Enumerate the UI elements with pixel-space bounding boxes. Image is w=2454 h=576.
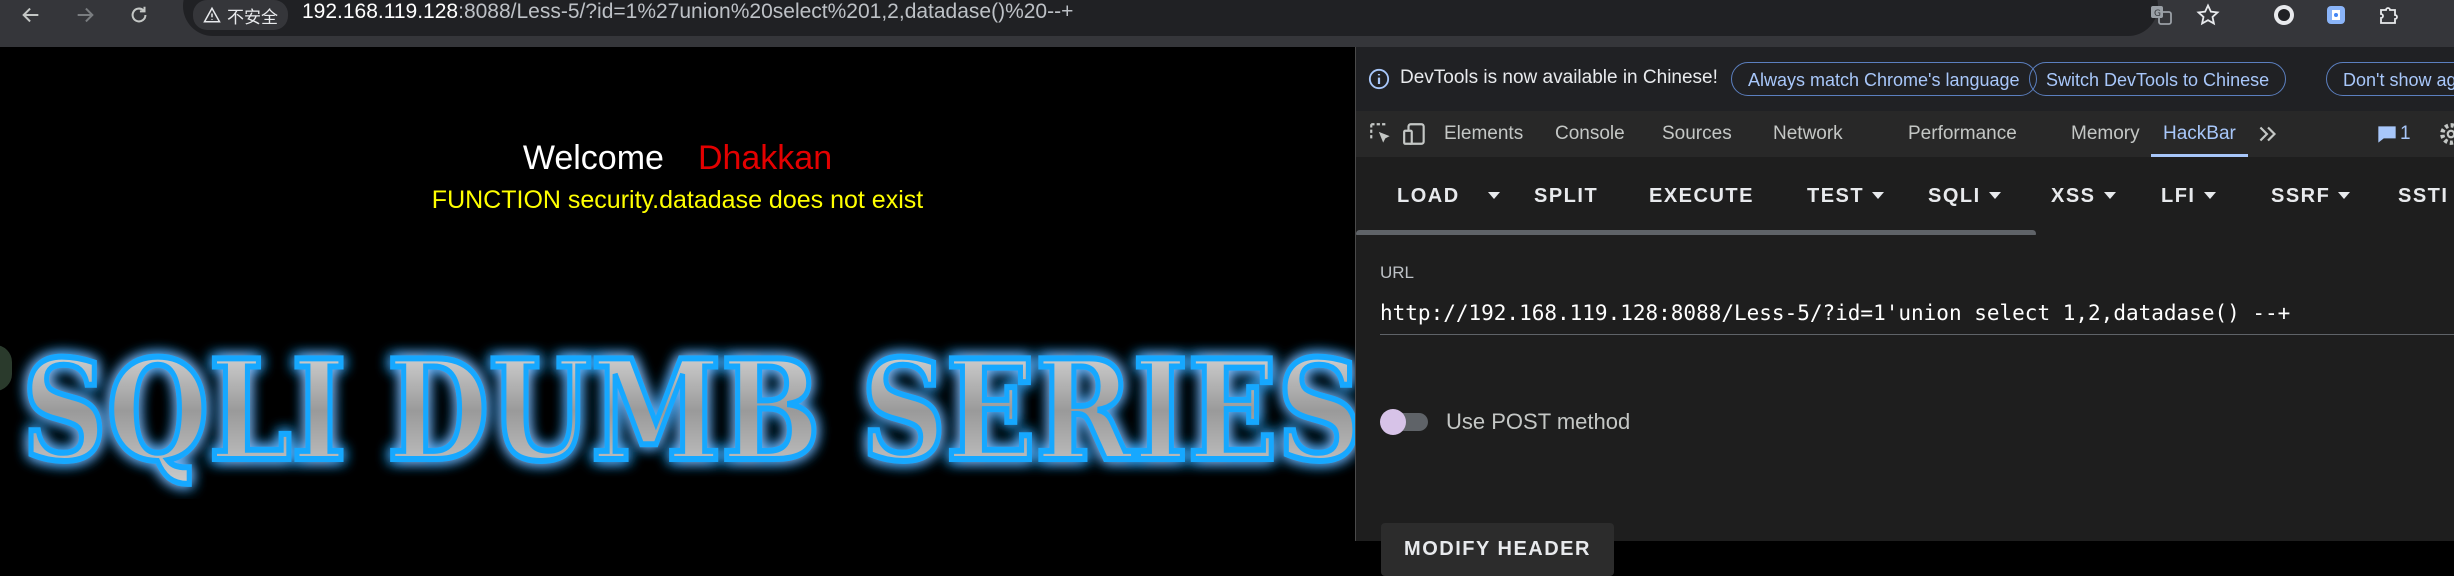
test-menu-button[interactable]: TEST [1807,157,1885,235]
extension-icon[interactable] [2268,0,2300,30]
tab-elements[interactable]: Elements [1444,111,1523,157]
user-name: Dhakkan [697,139,833,177]
tab-network[interactable]: Network [1773,111,1843,157]
split-button[interactable]: SPLIT [1534,157,1598,235]
hackbar-toolbar: LOAD SPLIT EXECUTE TEST SQLI XSS LFI SSR… [1356,157,2454,235]
chevron-down-icon [1488,191,1500,199]
web-page: Welcome Dhakkan FUNCTION security.datadas… [0,47,1355,541]
lfi-menu-button[interactable]: LFI [2161,157,2216,235]
security-chip[interactable]: 不安全 [193,0,288,30]
switch-chinese-button[interactable]: Switch DevTools to Chinese [2029,62,2287,96]
browser-toolbar: 不安全 192.168.119.128:8088/Less-5/?id=1%27… [0,0,2454,47]
sqli-menu-button[interactable]: SQLI [1928,157,2001,235]
address-url[interactable]: 192.168.119.128:8088/Less-5/?id=1%27unio… [302,0,1073,30]
back-arrow-icon[interactable] [16,0,46,30]
tab-hackbar[interactable]: HackBar [2151,111,2248,157]
hackbar-body: URL http://192.168.119.128:8088/Less-5/?… [1356,235,2454,576]
ssti-menu-button[interactable]: SSTI [2398,157,2448,235]
chevron-down-icon [2338,191,2351,199]
logo-text: SQLI DUMB SERIES [22,329,1355,492]
ssrf-menu-button[interactable]: SSRF [2271,157,2351,235]
inspect-element-icon[interactable] [1368,121,1394,147]
tab-console[interactable]: Console [1555,111,1625,157]
issues-icon[interactable] [2374,121,2400,147]
profile-icon[interactable] [2320,0,2352,30]
load-button[interactable]: LOAD [1397,157,1460,235]
info-icon [1368,68,1390,90]
url-underline [1380,334,2454,335]
tab-memory[interactable]: Memory [2071,111,2140,157]
star-icon[interactable] [2192,0,2224,30]
post-method-label: Use POST method [1446,409,1631,434]
chevron-down-icon [1872,191,1885,199]
dont-show-again-button[interactable]: Don't show ag [2326,62,2454,96]
devtools-tabbar: Elements Console Sources Network Perform… [1356,111,2454,158]
error-message: FUNCTION security.datadase does not exis… [431,186,924,214]
reload-icon[interactable] [124,0,154,30]
more-tabs-icon[interactable] [2255,121,2281,147]
xss-menu-button[interactable]: XSS [2051,157,2116,235]
url-textarea[interactable]: http://192.168.119.128:8088/Less-5/?id=1… [1380,301,2440,325]
execute-button[interactable]: EXECUTE [1649,157,1754,235]
sqli-dumb-series-logo: SQLI DUMB SERIES [19,326,1355,495]
post-method-toggle-knob[interactable] [1380,409,1406,435]
devtools-infobar: DevTools is now available in Chinese! Al… [1356,47,2454,111]
devtools-panel: DevTools is now available in Chinese! Al… [1355,47,2454,576]
settings-gear-icon[interactable] [2438,121,2454,147]
url-label: URL [1380,263,1415,282]
welcome-text: Welcome [522,139,664,177]
security-label: 不安全 [227,7,278,27]
forward-arrow-icon[interactable] [70,0,100,30]
chevron-down-icon [2203,191,2216,199]
match-language-button[interactable]: Always match Chrome's language [1731,62,2037,96]
chevron-down-icon [2103,191,2116,199]
device-toolbar-icon[interactable] [1402,121,1428,147]
issues-count[interactable]: 1 [2400,111,2411,157]
tab-sources[interactable]: Sources [1662,111,1732,157]
infobar-text: DevTools is now available in Chinese! [1400,67,1718,88]
load-dropdown-caret[interactable] [1480,157,1500,235]
warning-icon [203,6,221,23]
tab-performance[interactable]: Performance [1908,111,2017,157]
welcome-line: Welcome Dhakkan [0,139,1355,178]
puzzle-icon[interactable] [2372,0,2404,30]
chevron-down-icon [1988,191,2001,199]
translate-icon[interactable]: G [2145,0,2177,30]
svg-text:G: G [2154,9,2161,19]
modify-header-button[interactable]: MODIFY HEADER [1381,523,1614,576]
